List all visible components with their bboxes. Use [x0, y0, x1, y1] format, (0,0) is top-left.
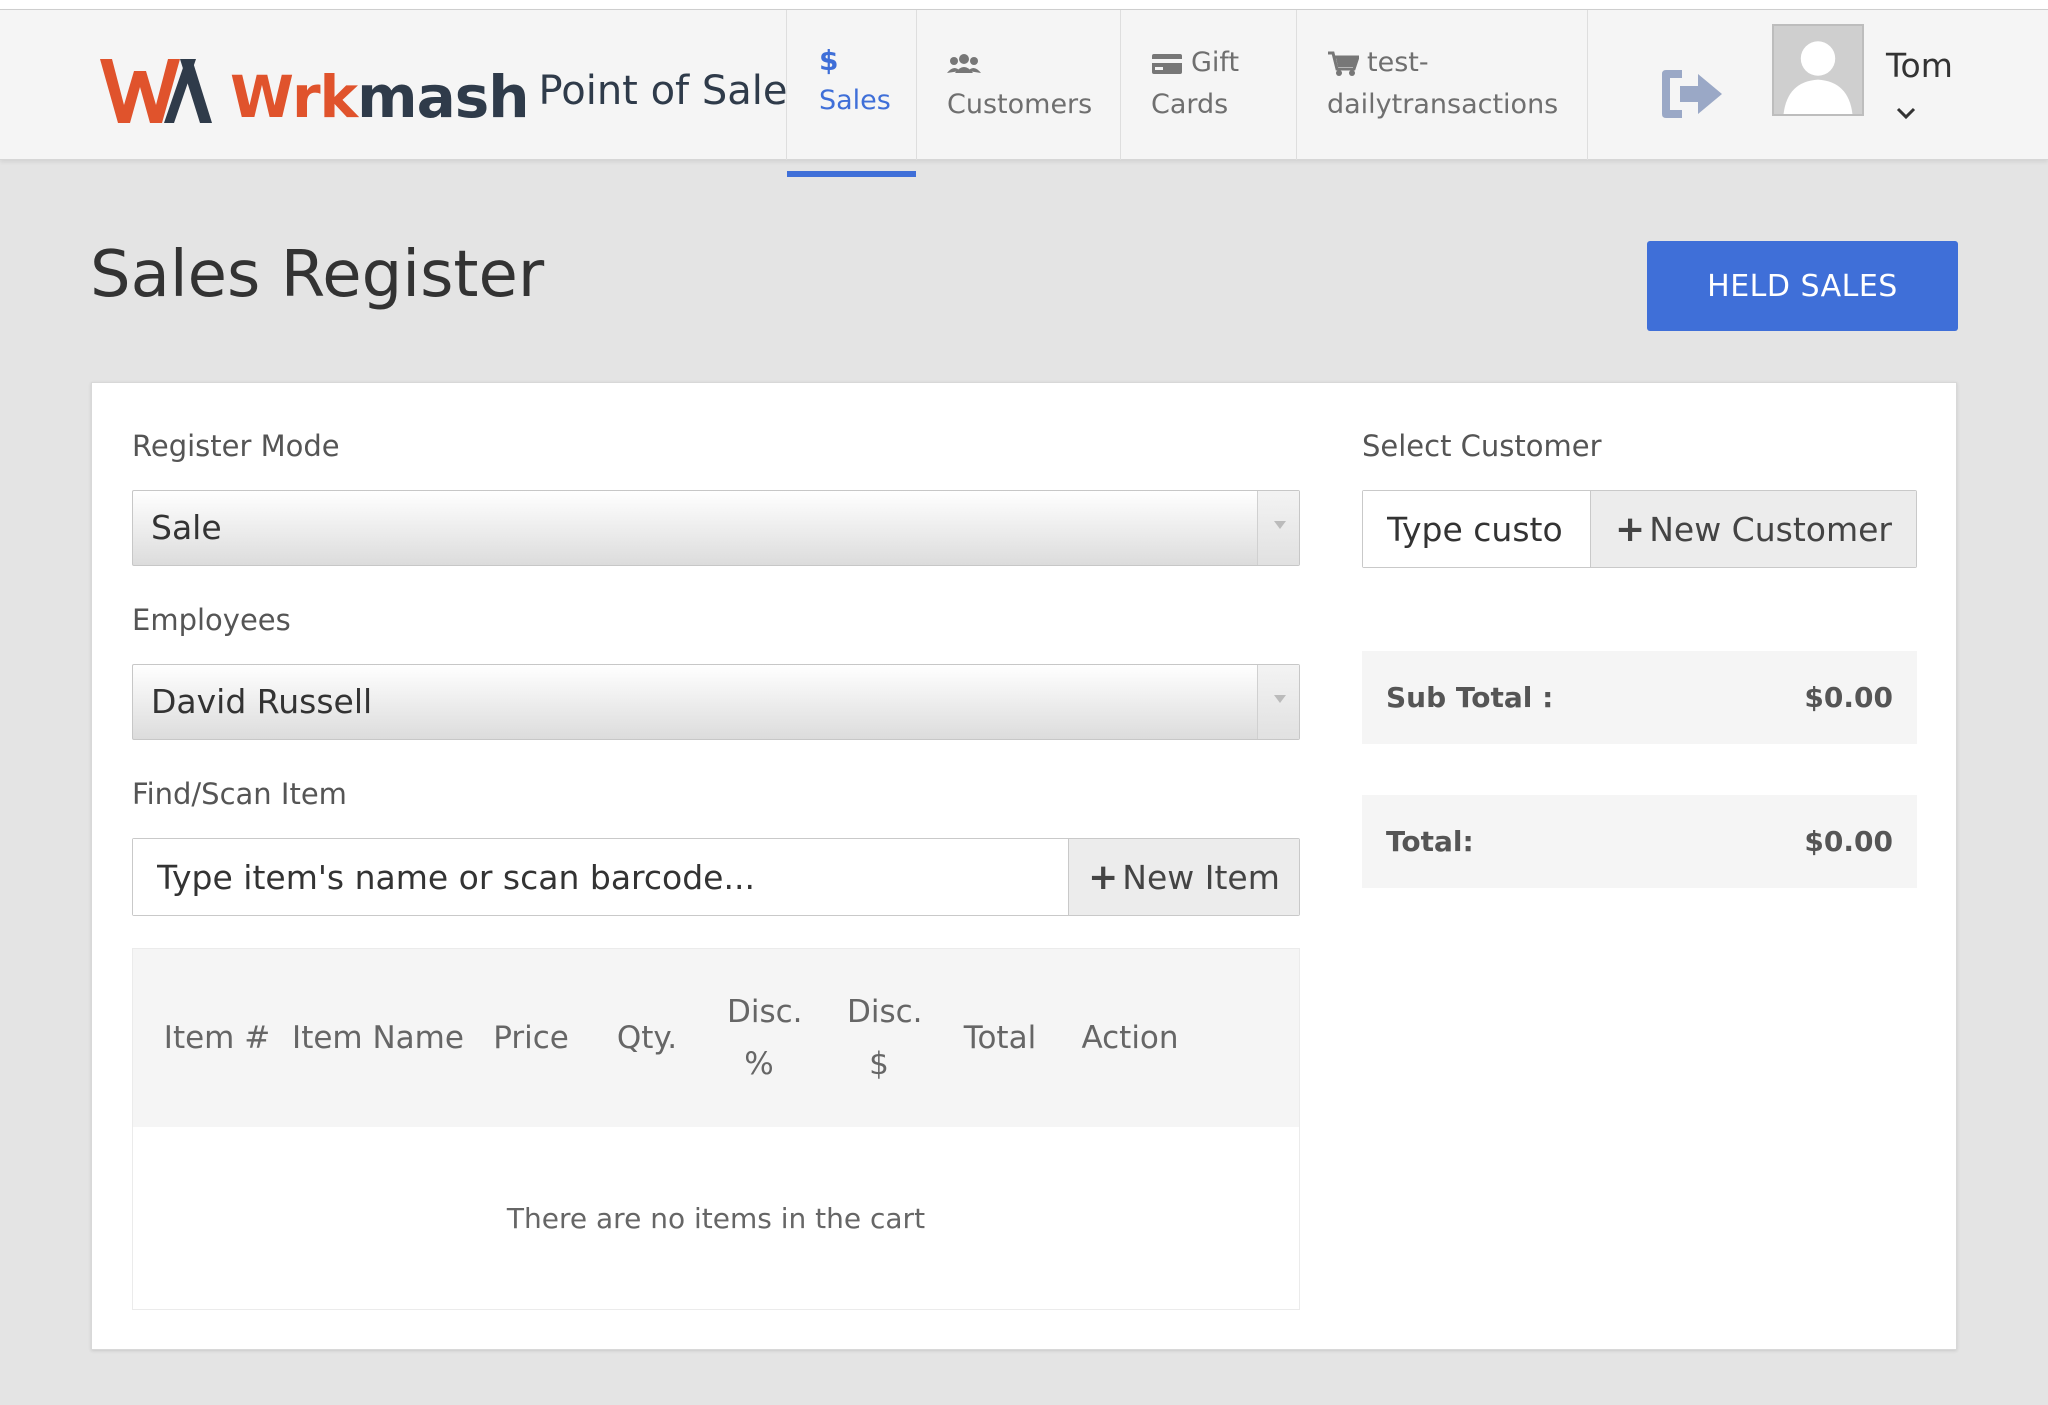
employees-value: David Russell: [151, 682, 373, 721]
nav-item-test-label-1: test-: [1367, 47, 1429, 78]
col-qty: Qty.: [616, 1020, 678, 1056]
cart-table: Item # Item Name Price Qty. Disc. % Disc…: [132, 948, 1300, 1310]
nav-item-customers[interactable]: Customers: [916, 10, 1120, 160]
employees-label: Employees: [132, 603, 291, 637]
select-arrow-icon[interactable]: [1257, 665, 1299, 739]
new-customer-button[interactable]: + New Customer: [1590, 491, 1916, 567]
nav-item-gift-cards-label-1: Gift: [1191, 47, 1240, 78]
avatar-silhouette-icon: [1774, 26, 1862, 114]
cart-table-header: Item # Item Name Price Qty. Disc. % Disc…: [133, 949, 1299, 1127]
plus-icon: +: [1088, 856, 1119, 898]
subtotal-label: Sub Total :: [1386, 681, 1554, 714]
new-customer-label: New Customer: [1649, 509, 1892, 549]
register-panel: Register Mode Sale Employees David Russe…: [91, 382, 1957, 1350]
customer-input[interactable]: [1363, 491, 1590, 567]
plus-icon: +: [1615, 508, 1646, 550]
nav-item-sales-label: Sales: [819, 85, 891, 116]
col-disc-percent: Disc. %: [727, 994, 803, 1082]
register-mode-select[interactable]: Sale: [132, 490, 1300, 566]
logo-wordmark-mash: mash: [357, 63, 529, 131]
main-nav: $ Sales Customers Gift Cards test- daily…: [786, 10, 1588, 177]
nav-item-sales[interactable]: $ Sales: [786, 10, 916, 177]
browser-top-edge: [0, 0, 2048, 10]
nav-item-test-label-2: dailytransactions: [1327, 89, 1559, 120]
nav-item-test-dailytransactions[interactable]: test- dailytransactions: [1296, 10, 1588, 160]
nav-item-customers-label: Customers: [947, 89, 1093, 120]
find-scan-input[interactable]: [133, 839, 1068, 915]
find-scan-label: Find/Scan Item: [132, 777, 347, 811]
col-disc-dollar: Disc. $: [847, 994, 923, 1082]
select-arrow-icon[interactable]: [1257, 491, 1299, 565]
nav-item-gift-cards-label-2: Cards: [1151, 89, 1229, 120]
total-value: $0.00: [1804, 825, 1893, 858]
avatar[interactable]: [1772, 24, 1864, 116]
page-title: Sales Register: [90, 238, 545, 312]
employees-select[interactable]: David Russell: [132, 664, 1300, 740]
subtotal-value: $0.00: [1804, 681, 1893, 714]
col-item-name: Item Name: [292, 1020, 464, 1056]
logo-wordmark-wrk: Wrk: [230, 63, 358, 131]
app-name: Point of Sale: [538, 68, 788, 114]
logo-wordmark: Wrkmash: [230, 57, 530, 137]
col-item-number: Item #: [163, 1020, 271, 1056]
held-sales-button[interactable]: HELD SALES: [1647, 241, 1958, 331]
select-customer-label: Select Customer: [1362, 429, 1602, 463]
new-item-label: New Item: [1122, 857, 1280, 897]
register-mode-label: Register Mode: [132, 429, 340, 463]
nav-item-gift-cards[interactable]: Gift Cards: [1120, 10, 1296, 160]
users-icon: [947, 53, 981, 73]
col-total: Total: [963, 1020, 1037, 1056]
cart-icon: [1328, 51, 1359, 76]
chevron-down-icon[interactable]: [1895, 106, 1917, 120]
total-row: Total: $0.00: [1362, 795, 1917, 888]
new-item-button[interactable]: + New Item: [1068, 839, 1299, 915]
credit-card-icon: [1152, 53, 1182, 74]
customer-group: +New Customer: [1362, 490, 1917, 568]
find-scan-group: +New Item: [132, 838, 1300, 916]
dollar-icon: $: [819, 44, 839, 77]
col-price: Price: [493, 1020, 569, 1056]
col-action: Action: [1081, 1020, 1179, 1056]
top-navbar: Wrkmash Point of Sale $ Sales Customers: [0, 10, 2048, 177]
user-name[interactable]: Tom: [1886, 46, 1953, 85]
subtotal-row: Sub Total : $0.00: [1362, 651, 1917, 744]
register-mode-value: Sale: [151, 508, 222, 547]
brand[interactable]: Wrkmash Point of Sale: [96, 46, 787, 136]
cart-empty-message: There are no items in the cart: [506, 1201, 926, 1235]
logout-icon[interactable]: [1660, 66, 1724, 122]
wrkmash-logo-icon: [100, 59, 212, 123]
total-label: Total:: [1386, 825, 1474, 858]
